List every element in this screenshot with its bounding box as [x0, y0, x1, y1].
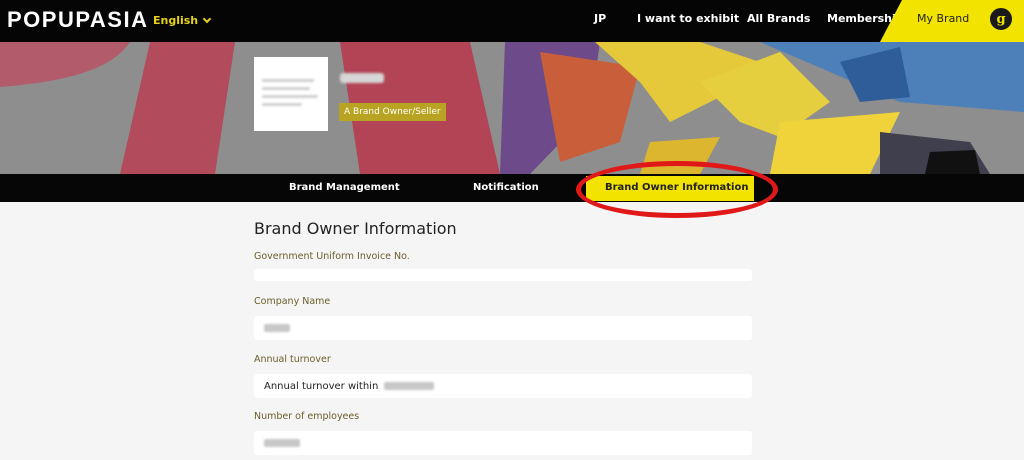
gov-invoice-label: Government Uniform Invoice No. [254, 251, 410, 262]
top-nav: POPUPASIA English JP I want to exhibit A… [0, 0, 1024, 42]
language-label: English [153, 14, 199, 27]
my-brand-label[interactable]: My Brand [917, 12, 969, 25]
brand-avatar[interactable] [254, 57, 328, 131]
employees-field[interactable] [254, 431, 752, 455]
chevron-down-icon [202, 14, 212, 23]
banner-artwork [0, 42, 1024, 174]
annual-turnover-label: Annual turnover [254, 354, 331, 365]
annual-turnover-value: Annual turnover within [264, 381, 379, 392]
annual-turnover-field[interactable]: Annual turnover within [254, 374, 752, 398]
language-selector[interactable]: English [153, 14, 212, 27]
brand-name-redacted [340, 73, 384, 83]
user-avatar-button[interactable]: g [987, 5, 1015, 33]
profile-banner: A Brand Owner/Seller [0, 42, 1024, 174]
nav-jp[interactable]: JP [594, 12, 606, 25]
annotation-circle [576, 161, 778, 218]
gov-invoice-field[interactable] [254, 269, 752, 281]
tab-brand-management[interactable]: Brand Management [289, 182, 400, 193]
redacted-value [264, 439, 300, 447]
company-name-label: Company Name [254, 296, 331, 307]
redacted-value [384, 382, 435, 390]
nav-exhibit[interactable]: I want to exhibit [637, 12, 739, 25]
company-name-field[interactable] [254, 316, 752, 340]
redacted-value [264, 324, 290, 332]
nav-all-brands[interactable]: All Brands [747, 12, 810, 25]
page-title: Brand Owner Information [254, 219, 457, 238]
role-badge: A Brand Owner/Seller [339, 103, 446, 121]
site-logo[interactable]: POPUPASIA [7, 7, 148, 33]
tab-notification[interactable]: Notification [473, 182, 539, 193]
employees-label: Number of employees [254, 411, 360, 422]
